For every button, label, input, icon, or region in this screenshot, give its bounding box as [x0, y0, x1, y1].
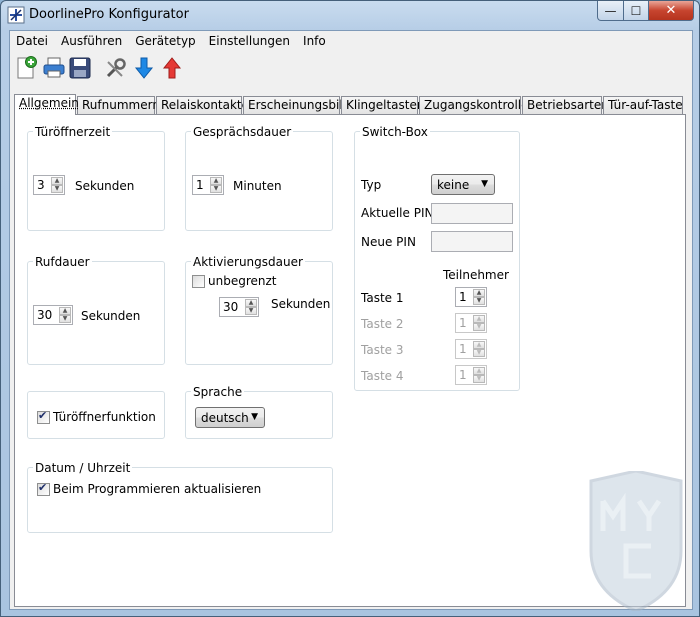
minimize-button[interactable]: — [597, 1, 624, 21]
tueroeffnerfunktion-checkbox[interactable] [37, 409, 50, 424]
teilnehmer-label: Teilnehmer [443, 268, 509, 282]
stepper-down-icon[interactable]: ▼ [210, 185, 222, 193]
programmieren-aktualisieren-label: Beim Programmieren aktualisieren [53, 482, 262, 496]
upload-arrow-icon[interactable] [160, 56, 184, 80]
neue-pin-field[interactable] [431, 231, 513, 252]
stepper-value: 30 [37, 308, 53, 322]
group-label-gespraechsdauer: Gesprächsdauer [191, 125, 294, 139]
tab-klingeltasten[interactable]: Klingeltasten [341, 96, 424, 114]
tools-icon[interactable] [104, 56, 128, 80]
close-button[interactable]: ✕ [648, 1, 694, 21]
chevron-down-icon: ▼ [251, 412, 258, 422]
toolbar [10, 53, 692, 83]
rufdauer-stepper[interactable]: 30 ▲ ▼ [33, 305, 73, 325]
stepper-up-icon[interactable]: ▲ [473, 341, 485, 349]
unit-label: Sekunden [81, 309, 141, 323]
group-label-datum-uhrzeit: Datum / Uhrzeit [33, 461, 133, 475]
menu-bar: Datei Ausführen Gerätetyp Einstellungen … [10, 31, 692, 51]
stepper-down-icon[interactable]: ▼ [473, 297, 485, 305]
taste-1-stepper[interactable]: 1 ▲ ▼ [455, 287, 487, 307]
tab-zugangskontrolle[interactable]: Zugangskontrolle [419, 96, 529, 114]
stepper-up-icon[interactable]: ▲ [473, 289, 485, 297]
stepper-down-icon[interactable]: ▼ [51, 185, 63, 193]
programmieren-aktualisieren-checkbox[interactable] [37, 481, 50, 496]
chevron-down-icon: ▼ [481, 179, 488, 189]
typ-select[interactable]: keine ▼ [431, 174, 495, 195]
group-label-rufdauer: Rufdauer [33, 255, 92, 269]
stepper-down-icon[interactable]: ▼ [59, 315, 71, 323]
stepper-down-icon[interactable]: ▼ [473, 349, 485, 357]
stepper-up-icon[interactable]: ▲ [51, 177, 63, 185]
save-icon[interactable] [68, 56, 92, 80]
stepper-down-icon[interactable]: ▼ [473, 323, 485, 331]
typ-label: Typ [361, 178, 382, 192]
window-title: DoorlinePro Konfigurator [29, 7, 189, 22]
tab-tuer-auf-taste[interactable]: Tür-auf-Taste [603, 96, 683, 114]
taste-1-label: Taste 1 [361, 291, 404, 305]
unit-label: Sekunden [75, 179, 135, 193]
stepper-down-icon[interactable]: ▼ [245, 307, 257, 315]
download-arrow-icon[interactable] [132, 56, 156, 80]
unbegrenzt-label: unbegrenzt [208, 274, 277, 288]
taste-2-label: Taste 2 [361, 317, 404, 331]
group-label-sprache: Sprache [191, 385, 245, 399]
stepper-down-icon[interactable]: ▼ [473, 375, 485, 383]
stepper-value: 1 [459, 342, 467, 356]
group-label-switchbox: Switch-Box [360, 125, 430, 139]
taste-3-label: Taste 3 [361, 343, 404, 357]
stepper-value: 30 [223, 300, 239, 314]
tab-label: Allgemein [19, 96, 79, 110]
group-datum-uhrzeit [27, 467, 333, 533]
tab-betriebsarten[interactable]: Betriebsarten [522, 96, 609, 114]
typ-select-value: keine [437, 178, 470, 192]
menu-info[interactable]: Info [297, 34, 333, 48]
menu-geraetetyp[interactable]: Gerätetyp [129, 34, 202, 48]
sprache-select-value: deutsch [201, 411, 249, 425]
group-label-aktivierungsdauer: Aktivierungsdauer [191, 255, 305, 269]
stepper-up-icon[interactable]: ▲ [245, 299, 257, 307]
stepper-value: 1 [459, 368, 467, 382]
aktuelle-pin-field[interactable] [431, 203, 513, 224]
sprache-select[interactable]: deutsch ▼ [195, 407, 265, 428]
app-window: DoorlinePro Konfigurator — ☐ ✕ Datei Aus… [0, 0, 700, 617]
tab-rufnummern[interactable]: Rufnummern [77, 96, 160, 114]
stepper-up-icon[interactable]: ▲ [210, 177, 222, 185]
tueroeffnerfunktion-label: Türöffnerfunktion [53, 410, 156, 424]
stepper-value: 1 [196, 178, 204, 192]
gespraechsdauer-stepper[interactable]: 1 ▲ ▼ [192, 175, 224, 195]
menu-ausfuehren[interactable]: Ausführen [55, 34, 129, 48]
app-icon [7, 6, 25, 24]
maximize-button[interactable]: ☐ [623, 1, 649, 21]
taste-4-stepper[interactable]: 1 ▲ ▼ [455, 365, 487, 385]
tab-allgemein[interactable]: Allgemein [14, 94, 79, 115]
stepper-up-icon[interactable]: ▲ [473, 315, 485, 323]
stepper-value: 3 [37, 178, 45, 192]
myc-shield-watermark [589, 471, 683, 611]
aktivierungsdauer-stepper[interactable]: 30 ▲ ▼ [219, 297, 259, 317]
tab-relaiskontakte[interactable]: Relaiskontakte [156, 96, 249, 114]
taste-3-stepper[interactable]: 1 ▲ ▼ [455, 339, 487, 359]
title-bar[interactable]: DoorlinePro Konfigurator — ☐ ✕ [1, 1, 699, 29]
stepper-up-icon[interactable]: ▲ [473, 367, 485, 375]
print-icon[interactable] [42, 56, 66, 80]
unit-label: Minuten [233, 179, 282, 193]
tueroeffnerzeit-stepper[interactable]: 3 ▲ ▼ [33, 175, 65, 195]
new-document-icon[interactable] [14, 56, 38, 80]
tab-erscheinungsbild[interactable]: Erscheinungsbild [243, 96, 350, 114]
aktuelle-pin-label: Aktuelle PIN [361, 206, 434, 220]
stepper-up-icon[interactable]: ▲ [59, 307, 71, 315]
unbegrenzt-checkbox[interactable] [192, 275, 205, 288]
menu-datei[interactable]: Datei [10, 34, 55, 48]
unit-label: Sekunden [271, 297, 331, 311]
group-label-tueroeffnerzeit: Türöffnerzeit [33, 125, 113, 139]
taste-2-stepper[interactable]: 1 ▲ ▼ [455, 313, 487, 333]
stepper-value: 1 [459, 290, 467, 304]
neue-pin-label: Neue PIN [361, 235, 416, 249]
menu-einstellungen[interactable]: Einstellungen [203, 34, 297, 48]
stepper-value: 1 [459, 316, 467, 330]
taste-4-label: Taste 4 [361, 369, 404, 383]
